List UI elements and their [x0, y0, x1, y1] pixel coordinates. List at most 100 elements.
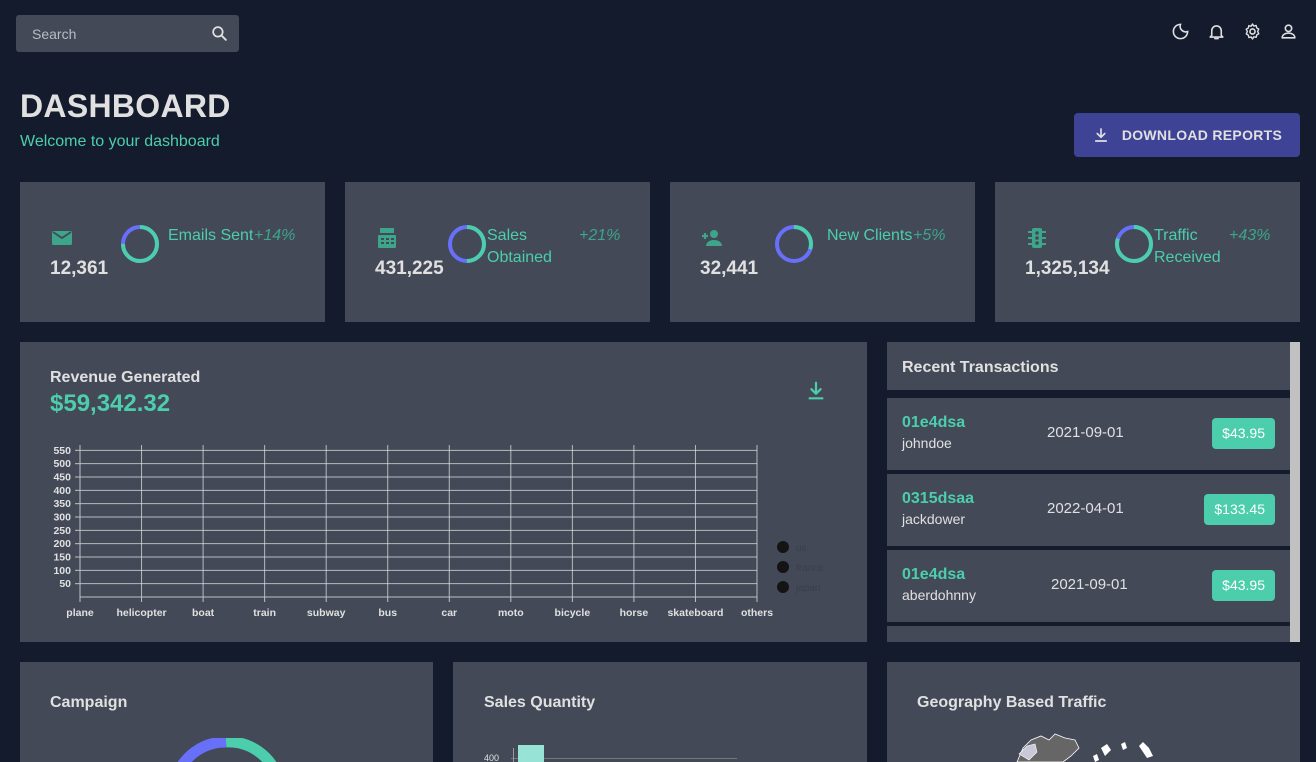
sales-quantity-title: Sales Quantity — [484, 694, 596, 711]
transaction-cost: $133.45 — [1204, 494, 1275, 525]
y-tick-label: 500 — [53, 458, 71, 470]
legend-marker — [777, 561, 789, 573]
y-tick-label: 400 — [53, 485, 71, 497]
top-icons — [1171, 22, 1298, 41]
y-tick-label: 300 — [53, 512, 71, 524]
y-tick-label: 50 — [59, 578, 71, 590]
gridline — [511, 758, 737, 759]
x-tick-label: skateboard — [667, 607, 723, 619]
legend-marker — [777, 581, 789, 593]
x-tick-label: subway — [307, 607, 346, 619]
sales-quantity-panel: Sales Quantity 400 — [453, 662, 867, 762]
stat-card-sales: 431,225 Sales Obtained +21% — [345, 182, 650, 322]
legend-marker — [777, 541, 789, 553]
top-bar — [0, 0, 1316, 66]
geography-title: Geography Based Traffic — [917, 694, 1107, 711]
stat-delta: +5% — [913, 227, 946, 244]
transaction-id: 0315dsaa — [902, 490, 975, 507]
x-tick-label: bicycle — [555, 607, 591, 619]
transaction-date: 2022-04-01 — [1047, 500, 1124, 517]
x-tick-label: car — [441, 607, 457, 619]
transaction-id: 01e4dsa — [902, 566, 966, 583]
transaction-date: 2021-09-01 — [1047, 424, 1124, 441]
transactions-header: Recent Transactions — [887, 342, 1290, 394]
y-tick-label: 400 — [484, 753, 500, 762]
stat-card-emails: 12,361 Emails Sent +14% — [20, 182, 325, 322]
stat-value: 12,361 — [50, 258, 109, 279]
progress-ring — [121, 225, 159, 263]
stat-label: New Clients — [827, 227, 913, 244]
page-title: DASHBOARD — [20, 88, 231, 124]
transaction-row: 0315dsaa jackdower 2022-04-01 $133.45 — [887, 474, 1290, 546]
legend-label: japan — [795, 583, 820, 594]
person-add-icon — [702, 230, 722, 246]
y-tick-label: 150 — [53, 552, 71, 564]
progress-ring — [448, 225, 486, 263]
x-tick-label: boat — [192, 607, 215, 619]
email-icon — [52, 231, 72, 245]
transactions-title: Recent Transactions — [902, 359, 1059, 376]
settings-icon[interactable] — [1243, 22, 1262, 41]
notifications-icon[interactable] — [1207, 22, 1226, 41]
stat-delta: +21% — [579, 227, 621, 244]
stat-value: 1,325,134 — [1025, 258, 1110, 279]
campaign-panel: Campaign — [20, 662, 433, 762]
stat-value: 431,225 — [375, 258, 444, 279]
x-tick-label: others — [741, 607, 773, 619]
stat-value: 32,441 — [700, 258, 759, 279]
transaction-user: johndoe — [902, 435, 952, 451]
x-tick-label: horse — [620, 607, 649, 619]
progress-ring — [775, 225, 813, 263]
campaign-progress-ring — [177, 738, 277, 762]
transaction-user: jackdower — [902, 511, 966, 527]
revenue-line-chart: 50100150 200250300 350400450 500550 plane hel… — [53, 445, 824, 619]
transaction-row: 01e4dsa aberdohnny 2021-09-01 $43.95 — [887, 550, 1290, 622]
transaction-user: aberdohnny — [902, 587, 976, 603]
download-reports-label: DOWNLOAD REPORTS — [1121, 127, 1283, 143]
stat-card-clients: 32,441 New Clients +5% — [670, 182, 975, 322]
stat-card-traffic: 1,325,134 Traffic Received +43% — [995, 182, 1300, 322]
y-tick-label: 100 — [53, 565, 71, 577]
x-tick-label: bus — [378, 607, 397, 619]
campaign-title: Campaign — [50, 694, 128, 711]
stat-label: Sales Obtained — [487, 227, 552, 266]
y-tick-label: 250 — [53, 525, 71, 537]
stat-label: Emails Sent — [168, 227, 254, 244]
stat-label: Traffic Received — [1154, 227, 1221, 266]
transaction-cost: $43.95 — [1212, 418, 1275, 449]
revenue-panel: Revenue Generated $59,342.32 50 100 150 200… — [20, 342, 867, 642]
person-icon[interactable] — [1279, 22, 1298, 41]
geography-panel: Geography Based Traffic — [887, 662, 1300, 762]
dark-mode-icon[interactable] — [1171, 22, 1190, 41]
search-icon[interactable] — [210, 24, 229, 43]
page-header: DASHBOARD Welcome to your dashboard — [20, 88, 231, 151]
y-tick-label: 450 — [53, 472, 71, 484]
transaction-row: 01e4dsa johndoe 2021-09-01 $43.95 — [887, 398, 1290, 470]
y-tick-label: 350 — [53, 498, 71, 510]
x-tick-label: train — [253, 607, 276, 619]
download-icon — [1094, 128, 1107, 142]
y-axis — [513, 748, 514, 762]
recent-transactions-panel: Recent Transactions 01e4dsa johndoe 2021… — [887, 342, 1300, 642]
legend-label: france — [796, 563, 824, 574]
download-reports-button[interactable]: DOWNLOAD REPORTS — [1074, 113, 1300, 157]
geography-map — [1016, 733, 1153, 762]
page-subtitle: Welcome to your dashboard — [20, 133, 220, 150]
legend-label: us — [796, 543, 807, 554]
transaction-date: 2021-09-01 — [1051, 576, 1128, 593]
search-box — [16, 15, 239, 52]
progress-ring — [1115, 225, 1153, 263]
transaction-id: 01e4dsa — [902, 414, 966, 431]
point-of-sale-icon — [378, 228, 396, 248]
transaction-cost: $43.95 — [1212, 570, 1275, 601]
y-tick-label: 200 — [53, 538, 71, 550]
search-input[interactable] — [16, 15, 196, 52]
scrollbar[interactable] — [1290, 342, 1300, 642]
x-tick-label: plane — [66, 607, 94, 619]
stat-delta: +43% — [1229, 227, 1271, 244]
bar — [518, 745, 544, 762]
x-tick-label: helicopter — [116, 607, 166, 619]
stat-delta: +14% — [254, 227, 296, 244]
transaction-row — [887, 626, 1290, 642]
y-tick-label: 550 — [53, 445, 71, 457]
